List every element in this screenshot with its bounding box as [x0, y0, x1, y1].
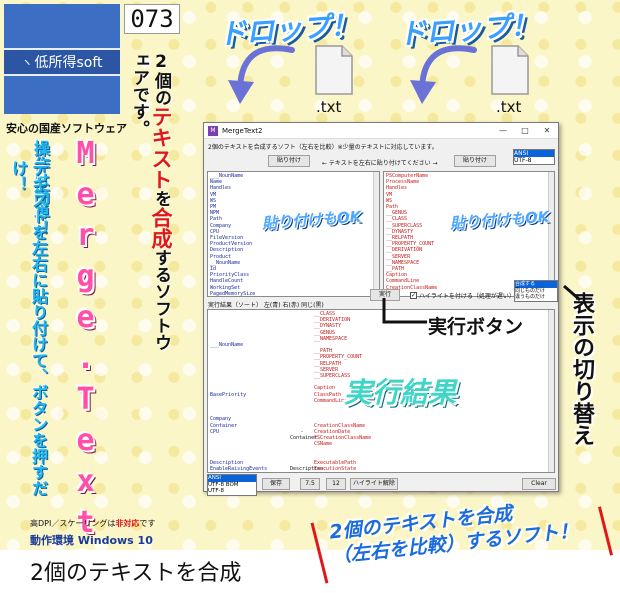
right-text-pane[interactable]: PSComputerName ProcessName Handles VM WS… [383, 171, 555, 297]
software-number: 073 [124, 4, 180, 34]
app-description: 2個のテキストを合成するソフト（左右を比較）※少量のテキストに対応しています。 [208, 144, 438, 151]
vertical-instructions: テキストを左右に貼り付けて、ボタンを押すだけ！ [9, 160, 48, 496]
hdpi-unsupported: 非対応 [115, 519, 140, 528]
left-text-pane[interactable]: ___NounName Name Handles VM WS PM NPM Pa… [207, 171, 380, 297]
curved-arrow-left-icon [228, 45, 295, 104]
logo-mark: ヽ [21, 56, 33, 69]
hdpi-note: 高DPI／スケーリングは非対応です [30, 518, 155, 529]
encoding-list-top[interactable]: ANSI UTF-8 [513, 149, 555, 165]
maximize-button[interactable]: □ [514, 126, 536, 135]
window-title: MergeText2 [222, 126, 263, 135]
title-bar: M MergeText2 — □ ✕ [204, 123, 558, 139]
encoding-option[interactable]: ANSI [514, 150, 554, 157]
clear-button[interactable]: Clear [522, 478, 556, 490]
display-option[interactable]: 違うものだけ [515, 294, 557, 301]
display-list-pointer-line [563, 284, 581, 302]
result-left-column: ___NounName BasePriority Company Contain… [210, 342, 268, 473]
result-scrollbar[interactable] [548, 310, 554, 472]
close-button[interactable]: ✕ [536, 126, 558, 135]
clear-highlight-button[interactable]: ハイライト解除 [350, 478, 398, 490]
encoding-option[interactable]: UTF-8 [208, 488, 256, 495]
logo: ヽ 低所得soft [4, 4, 120, 114]
hdpi-note-text: 高DPI／スケーリングは [30, 519, 116, 528]
paste-left-button[interactable]: 貼り付け [268, 155, 310, 167]
vertical-product-title: Merge.Text2 [68, 136, 103, 587]
display-mode-list[interactable]: 合成する 同じものだけ 違うものだけ [514, 280, 558, 302]
right-scrollbar[interactable] [548, 172, 554, 296]
curved-arrow-right-icon [410, 45, 477, 104]
result-header: 実行結果（ソート） 左(青) 右(赤) 同じ(黒) [208, 302, 324, 309]
paste-instruction: ← テキストを左右に貼り付けてください → [322, 160, 438, 167]
run-button-callout: 実行ボタン [428, 316, 524, 338]
result-common-column: - Container Description [290, 428, 324, 473]
logo-name: 低所得soft [34, 55, 103, 71]
save-button[interactable]: 保存 [262, 478, 290, 490]
encoding-list-bottom[interactable]: ANSI UTF-8 BOM UTF-8 [207, 474, 257, 496]
left-text-content: ___NounName Name Handles VM WS PM NPM Pa… [210, 173, 256, 297]
encoding-option[interactable]: UTF-8 [514, 157, 554, 164]
left-scrollbar[interactable] [373, 172, 379, 296]
file-label-right: .txt [496, 98, 522, 116]
desc-part: を [151, 190, 171, 207]
file-label-left: .txt [316, 98, 342, 116]
hdpi-note-text: です [139, 519, 156, 528]
logo-band: ヽ 低所得soft [4, 48, 120, 76]
text-file-icon [491, 45, 529, 95]
minimize-button[interactable]: — [492, 126, 514, 135]
desc-part: 2個の [151, 52, 171, 106]
app-icon: M [208, 125, 218, 136]
bottom-title: 2個のテキストを合成 [30, 561, 242, 586]
vertical-description: 2個のテキストを合成するソフトウェアです。 [128, 52, 173, 362]
paste-right-button[interactable]: 貼り付け [454, 155, 496, 167]
result-callout: 実行結果 [344, 376, 457, 409]
font-size-7-5-button[interactable]: 7.5 [300, 478, 320, 490]
desc-highlight: テキスト [149, 106, 173, 190]
font-size-12-button[interactable]: 12 [326, 478, 346, 490]
system-requirements: 動作環境 Windows 10 [30, 534, 153, 547]
vertical-display-toggle-label: 表示の切り替え [569, 292, 594, 446]
desc-highlight: 合成 [149, 207, 173, 249]
promo-page: { "logo": {"mark": "ヽ", "name": "低所得soft… [0, 0, 620, 593]
tagline: 安心の国産ソフトウェア [6, 122, 127, 135]
text-file-icon [315, 45, 353, 95]
